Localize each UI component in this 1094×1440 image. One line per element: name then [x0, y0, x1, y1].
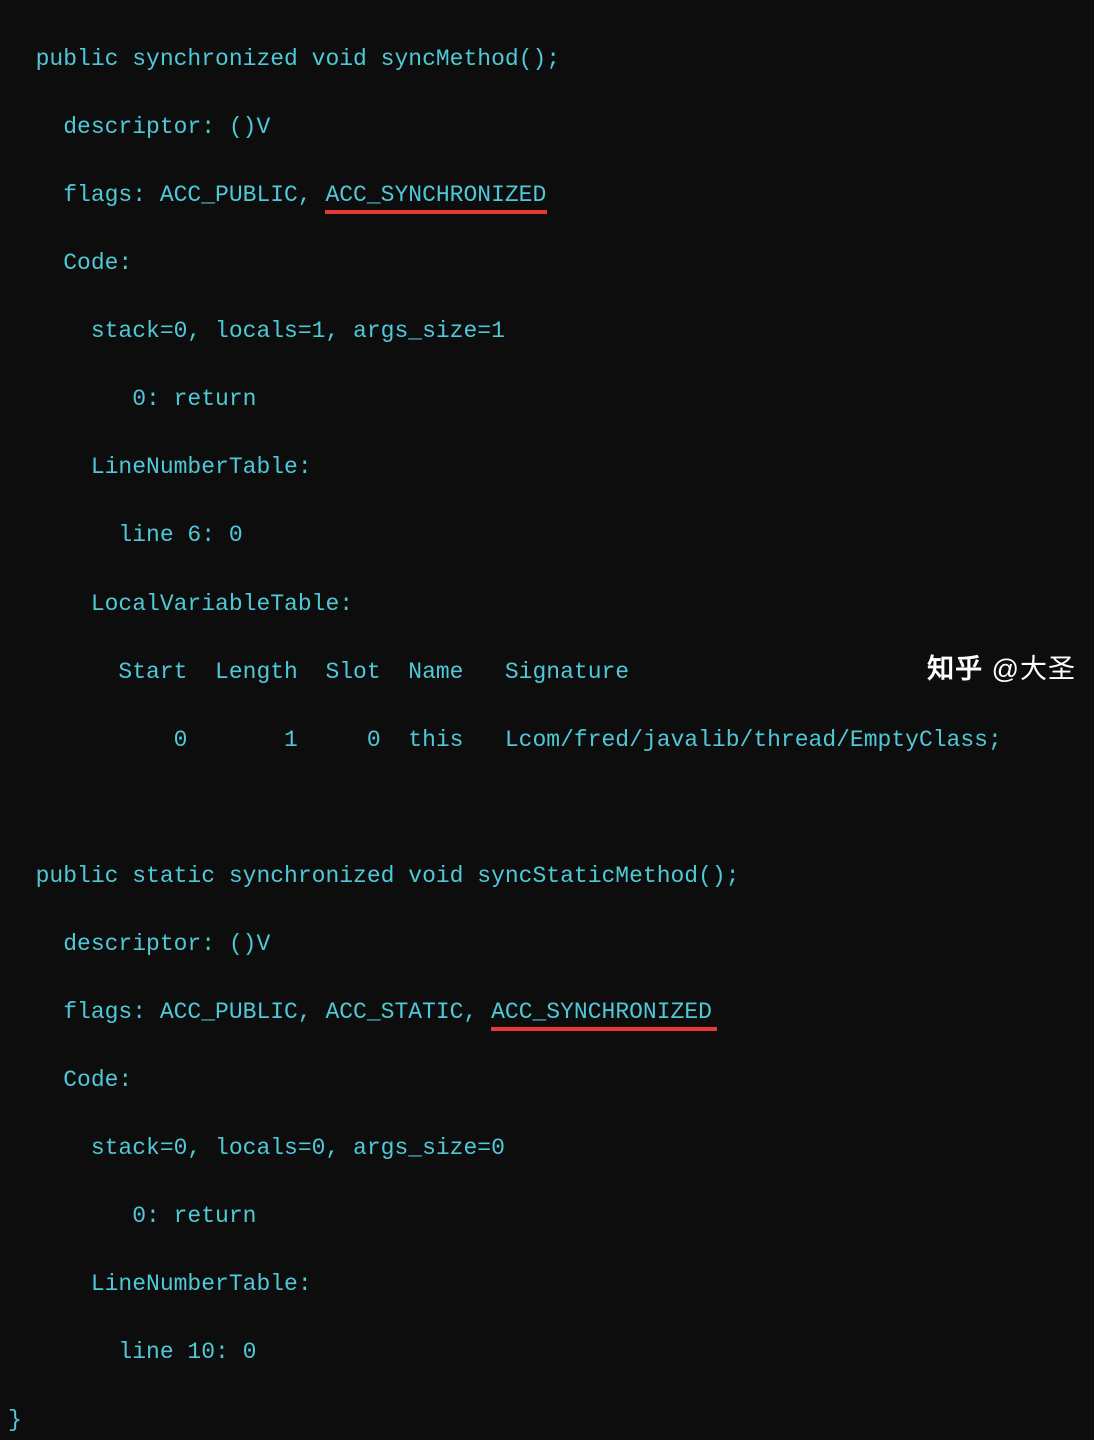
method-signature-1: public synchronized void syncMethod(); — [8, 42, 1086, 76]
stack-line-2: stack=0, locals=0, args_size=0 — [8, 1131, 1086, 1165]
descriptor-2: descriptor: ()V — [8, 927, 1086, 961]
bytecode-output: public synchronized void syncMethod(); d… — [0, 0, 1094, 1440]
flags-line-1: flags: ACC_PUBLIC, ACC_SYNCHRONIZED — [8, 178, 1086, 212]
flags-prefix-1: flags: ACC_PUBLIC, — [8, 182, 325, 208]
descriptor-1: descriptor: ()V — [8, 110, 1086, 144]
lvt-header-1: Start Length Slot Name Signature — [8, 655, 1086, 689]
flags-highlight-1: ACC_SYNCHRONIZED — [325, 182, 546, 208]
lnt-entry-1: line 6: 0 — [8, 518, 1086, 552]
flags-highlight-text-1: ACC_SYNCHRONIZED — [325, 182, 546, 208]
flags-prefix-2: flags: ACC_PUBLIC, ACC_STATIC, — [8, 999, 491, 1025]
lnt-label-2: LineNumberTable: — [8, 1267, 1086, 1301]
lvt-label-1: LocalVariableTable: — [8, 587, 1086, 621]
watermark: 知乎 @大圣 — [927, 650, 1076, 690]
underline-1 — [325, 210, 547, 214]
return-line-1: 0: return — [8, 382, 1086, 416]
lvt-row-1: 0 1 0 this Lcom/fred/javalib/thread/Empt… — [8, 723, 1086, 757]
lnt-label-1: LineNumberTable: — [8, 450, 1086, 484]
closing-brace: } — [8, 1403, 1086, 1437]
flags-highlight-2: ACC_SYNCHRONIZED — [491, 999, 712, 1025]
lnt-entry-2: line 10: 0 — [8, 1335, 1086, 1369]
code-label-1: Code: — [8, 246, 1086, 280]
author-handle: @大圣 — [983, 654, 1076, 684]
blank-line — [8, 791, 1086, 825]
code-label-2: Code: — [8, 1063, 1086, 1097]
flags-line-2: flags: ACC_PUBLIC, ACC_STATIC, ACC_SYNCH… — [8, 995, 1086, 1029]
zhihu-logo: 知乎 — [927, 654, 983, 684]
method-signature-2: public static synchronized void syncStat… — [8, 859, 1086, 893]
underline-2 — [491, 1027, 717, 1031]
return-line-2: 0: return — [8, 1199, 1086, 1233]
stack-line-1: stack=0, locals=1, args_size=1 — [8, 314, 1086, 348]
flags-highlight-text-2: ACC_SYNCHRONIZED — [491, 999, 712, 1025]
